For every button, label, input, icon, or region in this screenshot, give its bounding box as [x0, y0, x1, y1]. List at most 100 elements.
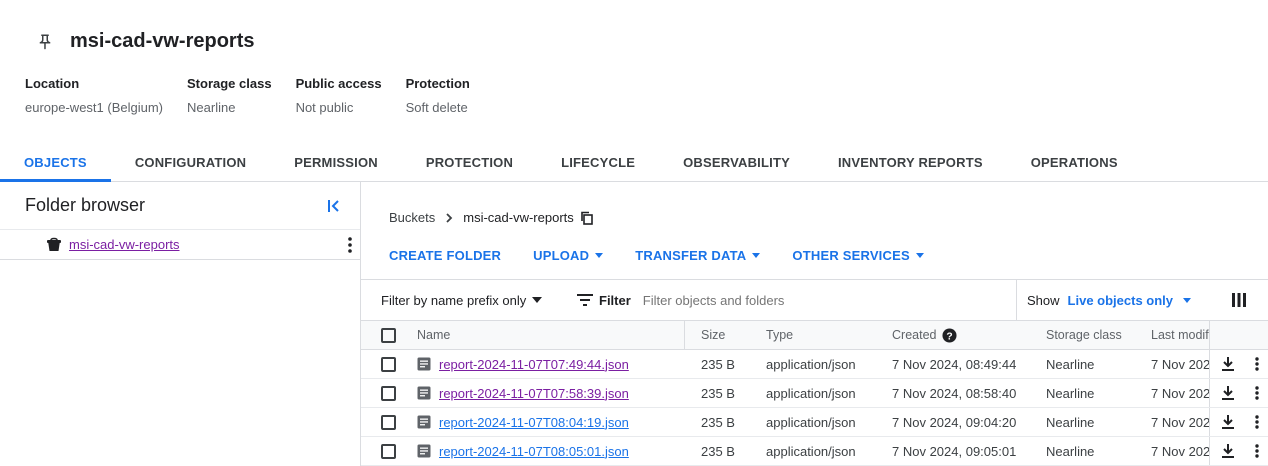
row-checkbox[interactable]: [381, 385, 396, 401]
breadcrumb-current: msi-cad-vw-reports: [463, 210, 574, 225]
header-size[interactable]: Size: [685, 328, 766, 342]
tab-observability[interactable]: OBSERVABILITY: [659, 146, 814, 181]
name-cell: report-2024-11-07T07:49:44.json: [417, 357, 685, 372]
name-cell: report-2024-11-07T08:05:01.json: [417, 444, 685, 459]
meta-label: Public access: [295, 76, 382, 91]
svg-text:?: ?: [947, 331, 953, 342]
filter-button[interactable]: Filter: [577, 293, 631, 308]
tab-permission[interactable]: PERMISSION: [270, 146, 402, 181]
created-cell: 7 Nov 2024, 09:04:20: [892, 414, 1017, 430]
chevron-right-icon: [446, 212, 453, 223]
column-display-icon[interactable]: [1232, 293, 1246, 307]
table-row[interactable]: report-2024-11-07T08:05:01.json 235 B ap…: [361, 437, 1268, 466]
row-select-cell: [361, 414, 417, 430]
caret-down-icon: [532, 297, 543, 303]
select-all-cell: [361, 327, 417, 343]
type-cell: application/json: [766, 414, 856, 430]
breadcrumb-buckets[interactable]: Buckets: [389, 210, 435, 225]
create-folder-button[interactable]: CREATE FOLDER: [389, 248, 501, 263]
type-cell: application/json: [766, 356, 856, 372]
transfer-data-button[interactable]: TRANSFER DATA: [635, 247, 761, 263]
caret-down-icon: [1183, 297, 1192, 303]
tab-bar: OBJECTS CONFIGURATION PERMISSION PROTECT…: [0, 146, 1268, 182]
meta-storage-class: Storage class Nearline: [187, 76, 272, 116]
more-options-icon[interactable]: [1254, 444, 1259, 458]
tab-protection[interactable]: PROTECTION: [402, 146, 537, 181]
file-name-link[interactable]: report-2024-11-07T08:05:01.json: [439, 444, 629, 459]
created-cell: 7 Nov 2024, 08:58:40: [892, 385, 1017, 401]
tab-lifecycle[interactable]: LIFECYCLE: [537, 146, 659, 181]
folder-browser-header: Folder browser: [0, 182, 360, 230]
caret-down-icon: [915, 252, 924, 258]
other-services-button[interactable]: OTHER SERVICES: [792, 247, 924, 263]
caret-down-icon: [595, 252, 604, 258]
name-cell: report-2024-11-07T08:04:19.json: [417, 415, 685, 430]
meta-label: Protection: [405, 76, 470, 91]
bucket-icon: [47, 237, 61, 251]
download-icon[interactable]: [1220, 414, 1236, 430]
upload-button[interactable]: UPLOAD: [533, 248, 604, 263]
row-actions: [1209, 408, 1268, 436]
download-icon[interactable]: [1220, 385, 1236, 401]
page-title: msi-cad-vw-reports: [70, 30, 255, 52]
meta-value: Nearline: [187, 100, 236, 115]
objects-table: Name Size Type Created ? Storage class L…: [361, 320, 1268, 466]
select-all-checkbox[interactable]: [381, 327, 396, 343]
more-options-icon[interactable]: [1254, 386, 1259, 400]
filter-mode-label: Filter by name prefix only: [381, 292, 527, 308]
folder-browser-item[interactable]: msi-cad-vw-reports: [0, 230, 360, 260]
tab-configuration[interactable]: CONFIGURATION: [111, 146, 270, 181]
row-checkbox[interactable]: [381, 356, 396, 372]
header-type[interactable]: Type: [766, 328, 892, 342]
create-folder-label: CREATE FOLDER: [389, 247, 502, 263]
folder-browser-title: Folder browser: [25, 195, 146, 215]
folder-browser: Folder browser msi-cad-vw-reports: [0, 182, 361, 466]
filter-input[interactable]: [642, 292, 1003, 308]
more-options-icon[interactable]: [1254, 357, 1259, 371]
file-name-link[interactable]: report-2024-11-07T07:49:44.json: [439, 357, 629, 372]
show-dropdown[interactable]: Live objects only: [1068, 293, 1192, 308]
tab-objects[interactable]: OBJECTS: [0, 146, 111, 182]
header-name[interactable]: Name: [417, 320, 685, 350]
tab-operations[interactable]: OPERATIONS: [1007, 146, 1142, 181]
more-options-icon[interactable]: [348, 236, 352, 253]
file-name-link[interactable]: report-2024-11-07T08:04:19.json: [439, 415, 629, 430]
filter-mode-dropdown[interactable]: Filter by name prefix only: [361, 293, 561, 308]
file-name-link[interactable]: report-2024-11-07T07:58:39.json: [439, 386, 629, 401]
header-storage-class[interactable]: Storage class: [1046, 328, 1151, 342]
collapse-panel-icon[interactable]: [326, 198, 342, 214]
table-row[interactable]: report-2024-11-07T07:49:44.json 235 B ap…: [361, 350, 1268, 379]
row-select-cell: [361, 385, 417, 401]
transfer-data-label: TRANSFER DATA: [635, 247, 747, 263]
download-icon[interactable]: [1220, 443, 1236, 459]
show-label: Show: [1027, 292, 1060, 308]
storage-class-cell: Nearline: [1046, 385, 1095, 401]
more-options-icon[interactable]: [1254, 415, 1259, 429]
pin-icon[interactable]: [36, 33, 54, 51]
download-icon[interactable]: [1220, 356, 1236, 372]
header-created[interactable]: Created ?: [892, 327, 1046, 343]
help-icon[interactable]: ?: [942, 327, 958, 343]
folder-browser-item-label[interactable]: msi-cad-vw-reports: [69, 237, 180, 252]
meta-label: Storage class: [187, 76, 272, 91]
storage-class-cell: Nearline: [1046, 414, 1095, 430]
tab-inventory-reports[interactable]: INVENTORY REPORTS: [814, 146, 1007, 181]
title-row: msi-cad-vw-reports: [36, 30, 255, 53]
table-row[interactable]: report-2024-11-07T08:04:19.json 235 B ap…: [361, 408, 1268, 437]
header-created-label: Created: [892, 328, 937, 342]
file-icon: [417, 357, 431, 371]
other-services-label: OTHER SERVICES: [792, 247, 910, 263]
meta-value: europe-west1 (Belgium): [25, 100, 164, 115]
bucket-header: msi-cad-vw-reports Location europe-west1…: [0, 0, 1268, 140]
type-cell: application/json: [766, 443, 856, 459]
copy-icon[interactable]: [580, 211, 594, 225]
row-actions: [1209, 350, 1268, 378]
table-row[interactable]: report-2024-11-07T07:58:39.json 235 B ap…: [361, 379, 1268, 408]
type-cell: application/json: [766, 385, 856, 401]
row-checkbox[interactable]: [381, 443, 396, 459]
row-actions: [1209, 437, 1268, 465]
file-icon: [417, 444, 431, 458]
meta-location: Location europe-west1 (Belgium): [25, 76, 163, 116]
row-checkbox[interactable]: [381, 414, 396, 430]
row-actions: [1209, 379, 1268, 407]
